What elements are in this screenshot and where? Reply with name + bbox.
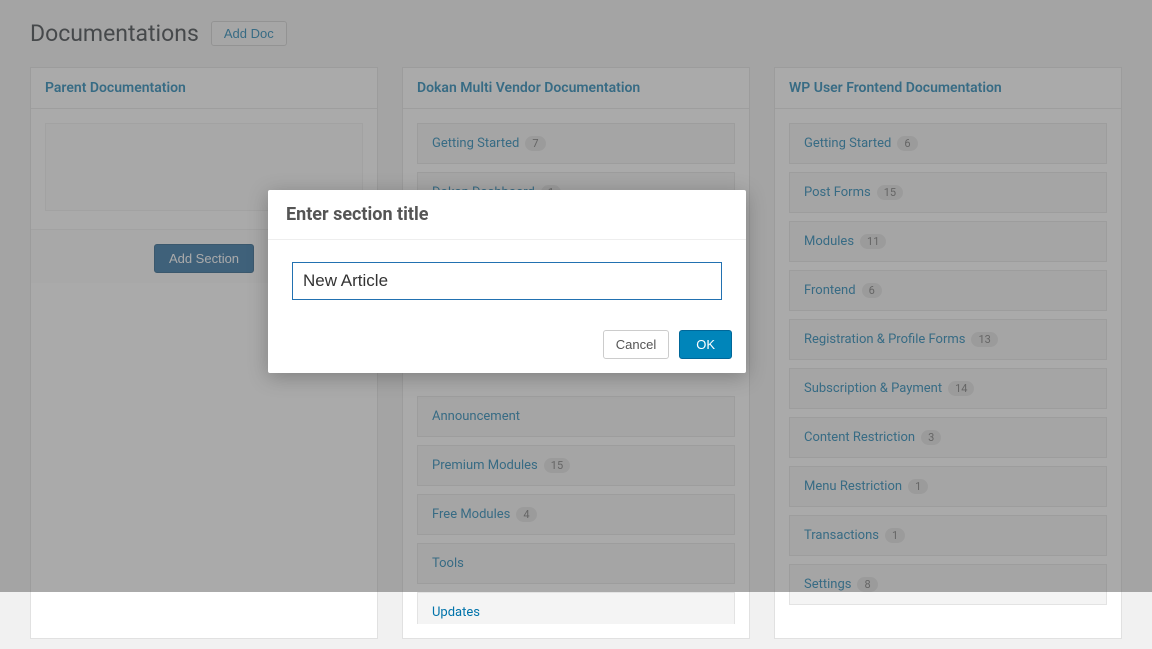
cancel-button[interactable]: Cancel xyxy=(603,330,669,359)
section-title-modal: Enter section title Cancel OK xyxy=(268,190,746,373)
section-label: Updates xyxy=(432,605,480,620)
modal-title: Enter section title xyxy=(268,190,746,240)
section-item[interactable]: Updates xyxy=(417,592,735,624)
section-title-input[interactable] xyxy=(292,262,722,300)
ok-button[interactable]: OK xyxy=(679,330,732,359)
